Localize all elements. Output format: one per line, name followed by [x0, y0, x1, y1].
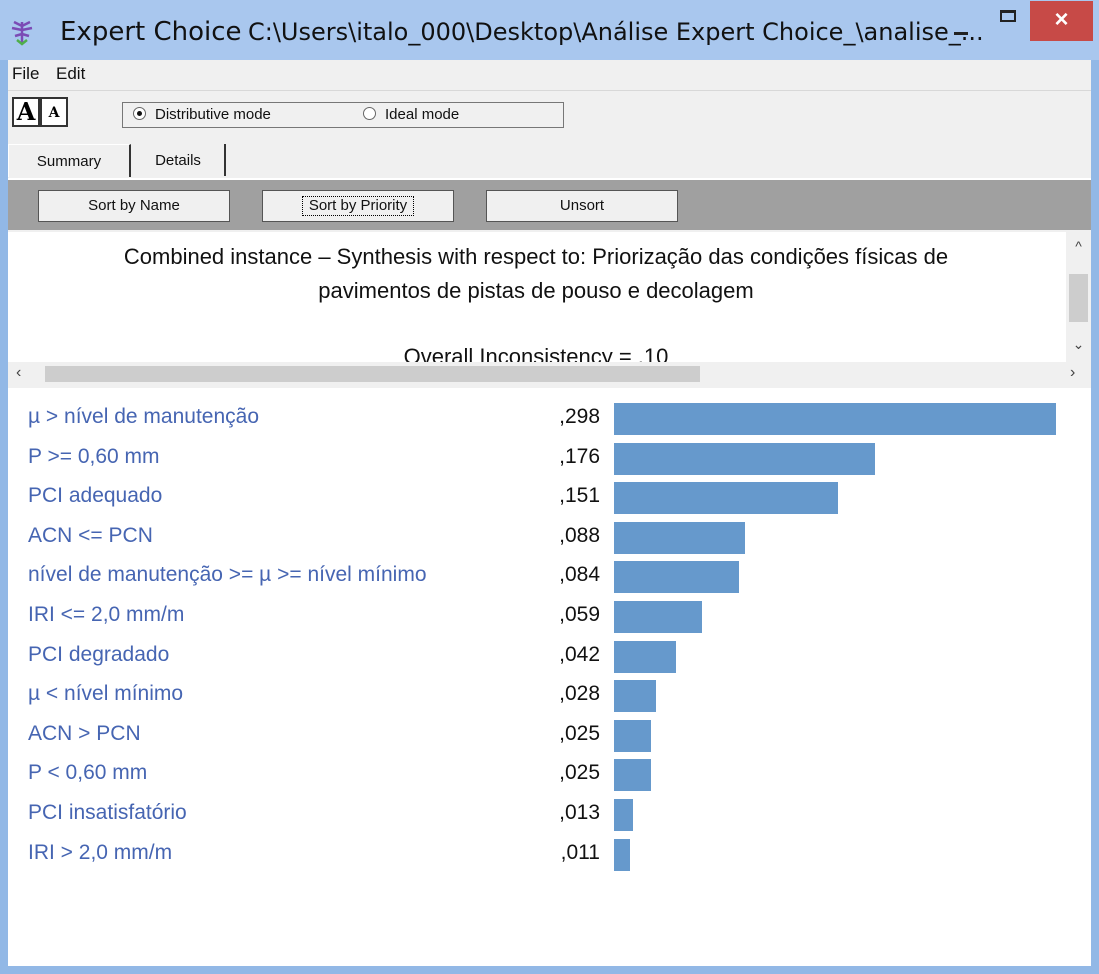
priority-bar	[614, 601, 702, 633]
sort-by-name-label: Sort by Name	[88, 197, 180, 214]
priority-value: ,176	[559, 444, 600, 468]
priority-label: ACN <= PCN	[28, 523, 153, 547]
priority-value: ,151	[559, 484, 600, 508]
priority-value: ,011	[560, 840, 600, 864]
priority-chart: µ > nível de manutenção ,298 P >= 0,60 mm,…	[8, 388, 1091, 966]
scroll-up-icon[interactable]: ^	[1066, 238, 1091, 254]
scroll-right-icon[interactable]: ›	[1070, 364, 1075, 382]
decrease-font-button[interactable]: A	[40, 97, 68, 127]
priority-bar	[614, 799, 634, 831]
window-title-path: C:\Users\italo_000\Desktop\Análise Exper…	[248, 18, 984, 46]
priority-bar	[614, 482, 838, 515]
sort-toolbar: Sort by Name Sort by Priority Unsort	[8, 178, 1091, 230]
priority-label: IRI <= 2,0 mm/m	[28, 603, 185, 626]
sort-by-priority-button[interactable]: Sort by Priority	[262, 190, 454, 222]
synthesis-header: Combined instance – Synthesis with respe…	[8, 232, 1091, 374]
font-larger-icon: A	[16, 97, 36, 126]
vertical-scrollbar[interactable]: ^ ⌄	[1066, 232, 1091, 362]
client-area: File Edit A A Distributive mode Ideal mo…	[8, 60, 1091, 966]
priority-label: PCI adequado	[28, 484, 163, 508]
priority-bar	[614, 680, 656, 713]
priority-label: PCI degradado	[28, 642, 170, 666]
sort-by-name-button[interactable]: Sort by Name	[38, 190, 230, 222]
close-button[interactable]: ×	[1030, 1, 1093, 41]
priority-bar	[614, 561, 739, 594]
toolbar: A A Distributive mode Ideal mode	[8, 92, 1091, 132]
tab-details[interactable]: Details	[132, 144, 226, 176]
priority-bar	[614, 759, 652, 792]
priority-bar	[614, 442, 876, 475]
unsort-button[interactable]: Unsort	[486, 190, 678, 222]
priority-bar	[614, 719, 652, 752]
priority-bar	[614, 838, 631, 871]
menu-file[interactable]: File	[12, 64, 39, 84]
expert-choice-logo-icon	[11, 20, 33, 46]
priority-value: ,059	[559, 603, 600, 626]
mode-selector: Distributive mode Ideal mode	[122, 102, 564, 128]
menu-bar: File Edit	[8, 60, 1091, 91]
priority-row: PCI degradado ,042	[8, 639, 1091, 677]
priority-value: ,013	[559, 801, 600, 824]
priority-label: nível de manutenção >= µ >= nível mínimo	[28, 563, 427, 587]
minimize-button[interactable]	[944, 8, 984, 48]
app-window: Expert Choice C:\Users\italo_000\Desktop…	[0, 0, 1099, 974]
priority-row: ACN <= PCN ,088	[8, 520, 1091, 558]
priority-bar	[614, 521, 745, 554]
vertical-scroll-thumb[interactable]	[1069, 274, 1088, 322]
priority-label: PCI insatisfatório	[28, 801, 187, 824]
priority-bar	[614, 403, 1056, 435]
title-bar[interactable]: Expert Choice C:\Users\italo_000\Desktop…	[0, 0, 1099, 60]
priority-label: P >= 0,60 mm	[28, 444, 160, 468]
unsort-label: Unsort	[559, 197, 605, 214]
priority-value: ,298	[559, 405, 600, 428]
maximize-button[interactable]	[990, 8, 1030, 48]
synthesis-title: Combined instance – Synthesis with respe…	[8, 240, 1064, 308]
priority-row: µ < nível mínimo ,028	[8, 678, 1091, 716]
priority-row: IRI <= 2,0 mm/m ,059	[8, 599, 1091, 637]
sort-by-priority-label: Sort by Priority	[301, 196, 415, 216]
priority-value: ,025	[559, 761, 600, 785]
priority-value: ,084	[559, 563, 600, 587]
ideal-mode-radio[interactable]	[363, 107, 376, 120]
priority-row: µ > nível de manutenção ,298	[8, 401, 1091, 439]
priority-row: nível de manutenção >= µ >= nível mínimo…	[8, 559, 1091, 597]
priority-row: PCI adequado ,151	[8, 480, 1091, 518]
distributive-mode-label[interactable]: Distributive mode	[155, 106, 271, 123]
tab-strip: Summary Details	[8, 144, 1091, 178]
priority-label: ACN > PCN	[28, 721, 141, 745]
ideal-mode-label[interactable]: Ideal mode	[385, 106, 459, 123]
window-frame-bottom	[0, 966, 1099, 974]
horizontal-scroll-thumb[interactable]	[45, 366, 700, 382]
menu-edit[interactable]: Edit	[56, 64, 85, 84]
priority-row: IRI > 2,0 mm/m ,011	[8, 837, 1091, 875]
horizontal-scrollbar[interactable]: ‹ ›	[8, 362, 1091, 386]
distributive-mode-radio[interactable]	[133, 107, 146, 120]
priority-row: PCI insatisfatório ,013	[8, 797, 1091, 835]
window-title-app: Expert Choice	[60, 17, 242, 47]
priority-value: ,025	[559, 721, 600, 745]
font-smaller-icon: A	[48, 105, 60, 121]
close-icon: ×	[1054, 6, 1069, 33]
synthesis-title-line2: pavimentos de pistas de pouso e decolage…	[318, 278, 754, 303]
priority-row: P < 0,60 mm ,025	[8, 757, 1091, 795]
priority-value: ,042	[559, 642, 600, 666]
priority-value: ,028	[559, 682, 600, 706]
scroll-down-icon[interactable]: ⌄	[1066, 336, 1091, 353]
priority-label: µ < nível mínimo	[28, 682, 184, 706]
tab-summary[interactable]: Summary	[8, 144, 131, 177]
priority-label: P < 0,60 mm	[28, 761, 148, 785]
priority-label: IRI > 2,0 mm/m	[28, 840, 173, 864]
priority-value: ,088	[559, 523, 600, 547]
synthesis-title-line1: Combined instance – Synthesis with respe…	[123, 244, 949, 269]
priority-row: P >= 0,60 mm ,176	[8, 441, 1091, 479]
priority-bar	[614, 640, 677, 673]
increase-font-button[interactable]: A	[12, 97, 40, 127]
scroll-left-icon[interactable]: ‹	[16, 364, 21, 382]
priority-label: µ > nível de manutenção	[28, 405, 259, 428]
priority-row: ACN > PCN ,025	[8, 718, 1091, 756]
